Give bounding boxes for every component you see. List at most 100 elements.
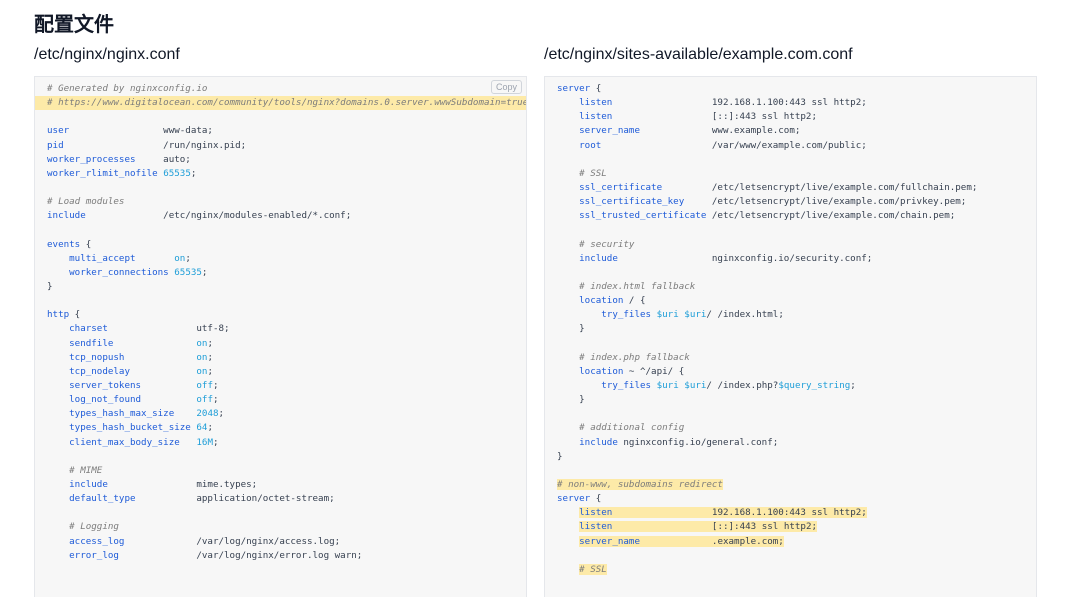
highlight-span: # SSL bbox=[579, 563, 607, 575]
code-token: } bbox=[47, 280, 53, 292]
code-block-site-conf[interactable]: server { listen 192.168.1.100:443 ssl ht… bbox=[544, 76, 1037, 597]
code-token: $uri bbox=[684, 379, 707, 391]
code-token: ; bbox=[212, 436, 219, 448]
code-line: charset utf-8; bbox=[35, 322, 526, 336]
code-token: / /index.html; bbox=[706, 309, 784, 321]
code-token: try_files bbox=[557, 379, 652, 391]
code-token: include bbox=[557, 436, 618, 448]
code-token: worker_connections bbox=[47, 266, 169, 278]
code-token: # Load modules bbox=[47, 196, 125, 208]
code-token: ; bbox=[212, 379, 219, 391]
code-line: log_not_found off; bbox=[35, 393, 526, 407]
code-token: 64 bbox=[196, 422, 208, 434]
code-token: mime.types; bbox=[107, 478, 258, 490]
code-token: utf-8; bbox=[107, 323, 230, 335]
code-token: include bbox=[557, 252, 618, 264]
code-token: worker_rlimit_nofile bbox=[47, 167, 158, 179]
code-line: # security bbox=[545, 238, 1036, 252]
code-token: nginxconfig.io/general.conf; bbox=[617, 436, 779, 448]
code-token: ; bbox=[207, 422, 213, 434]
code-token: { bbox=[590, 493, 602, 505]
code-token: /var/www/example.com/public; bbox=[601, 139, 867, 151]
code-token: on bbox=[196, 337, 208, 349]
code-line: } bbox=[545, 322, 1036, 336]
code-token: /etc/letsencrypt/live/example.com/fullch… bbox=[662, 181, 978, 193]
code-token: on bbox=[174, 252, 186, 264]
code-token: / /index.php? bbox=[706, 379, 779, 391]
code-line: access_log /var/log/nginx/access.log; bbox=[35, 535, 526, 549]
code-line: # SSL bbox=[545, 563, 1036, 577]
code-token: www.example.com; bbox=[639, 125, 801, 137]
code-token: root bbox=[557, 139, 602, 151]
code-token: application/octet-stream; bbox=[135, 493, 335, 505]
code-token: $uri bbox=[656, 309, 679, 321]
code-token: 2048 bbox=[196, 408, 219, 420]
code-token: ; bbox=[850, 379, 856, 391]
code-line: location ~ ^/api/ { bbox=[545, 365, 1036, 379]
highlight-span: server_name .example.com; bbox=[579, 535, 784, 547]
code-line: include nginxconfig.io/security.conf; bbox=[545, 252, 1036, 266]
code-line: listen [::]:443 ssl http2; bbox=[545, 110, 1036, 124]
code-token: on bbox=[196, 365, 208, 377]
code-line: } bbox=[545, 450, 1036, 464]
code-line: types_hash_bucket_size 64; bbox=[35, 421, 526, 435]
code-token: $uri bbox=[656, 379, 679, 391]
code-line: # additional config bbox=[545, 421, 1036, 435]
code-token: 192.168.1.100:443 ssl http2; bbox=[612, 97, 867, 109]
code-lines: # Generated by nginxconfig.io # https://w… bbox=[35, 77, 526, 563]
code-token: tcp_nopush bbox=[47, 351, 125, 363]
code-line: listen 192.168.1.100:443 ssl http2; bbox=[545, 96, 1036, 110]
code-token: /etc/letsencrypt/live/example.com/privke… bbox=[684, 196, 967, 208]
code-line: ssl_certificate_key /etc/letsencrypt/liv… bbox=[545, 195, 1036, 209]
copy-button[interactable]: Copy bbox=[490, 80, 522, 94]
code-token: server bbox=[557, 493, 591, 505]
code-line: worker_processes auto; bbox=[35, 153, 526, 167]
code-token: try_files bbox=[557, 309, 652, 321]
code-token: include bbox=[47, 210, 86, 222]
right-config-column: /etc/nginx/sites-available/example.com.c… bbox=[544, 44, 1037, 597]
code-line: # Logging bbox=[35, 520, 526, 534]
code-token: 192.168.1.100:443 ssl http2; bbox=[612, 507, 867, 519]
code-token: $uri bbox=[684, 309, 707, 321]
code-token: # Logging bbox=[47, 521, 119, 533]
code-line: # non-www, subdomains redirect bbox=[545, 478, 1036, 492]
code-line: events { bbox=[35, 238, 526, 252]
code-token: server_name bbox=[557, 125, 640, 137]
code-token: } bbox=[557, 323, 585, 335]
code-token: [::]:443 ssl http2; bbox=[612, 521, 818, 533]
code-token: # Generated by nginxconfig.io bbox=[47, 83, 208, 94]
code-line: http { bbox=[35, 308, 526, 322]
code-token: # additional config bbox=[557, 422, 685, 434]
code-line: } bbox=[545, 393, 1036, 407]
code-token: # SSL bbox=[579, 563, 607, 575]
code-token: # non-www, subdomains redirect bbox=[557, 478, 723, 490]
code-token: user bbox=[47, 125, 70, 137]
code-token: types_hash_max_size bbox=[47, 408, 175, 420]
code-line: # https://www.digitalocean.com/community… bbox=[35, 96, 527, 111]
code-token: listen bbox=[579, 507, 613, 519]
code-token: nginxconfig.io/security.conf; bbox=[617, 252, 873, 264]
code-token: tcp_nodelay bbox=[47, 365, 130, 377]
code-line: include /etc/nginx/modules-enabled/*.con… bbox=[35, 209, 526, 223]
code-token: # https://www.digitalocean.com/community… bbox=[47, 97, 527, 109]
code-line: worker_rlimit_nofile 65535; bbox=[35, 167, 526, 181]
code-block-nginx-conf[interactable]: Copy # Generated by nginxconfig.io # http… bbox=[34, 76, 527, 597]
code-line: pid /run/nginx.pid; bbox=[35, 139, 526, 153]
code-line: try_files $uri $uri/ /index.php?$query_s… bbox=[545, 379, 1036, 393]
code-line: root /var/www/example.com/public; bbox=[545, 139, 1036, 153]
code-token: worker_processes bbox=[47, 153, 136, 165]
code-token: 65535 bbox=[174, 266, 202, 278]
code-line: types_hash_max_size 2048; bbox=[35, 407, 526, 421]
code-line: # Load modules bbox=[35, 195, 526, 209]
